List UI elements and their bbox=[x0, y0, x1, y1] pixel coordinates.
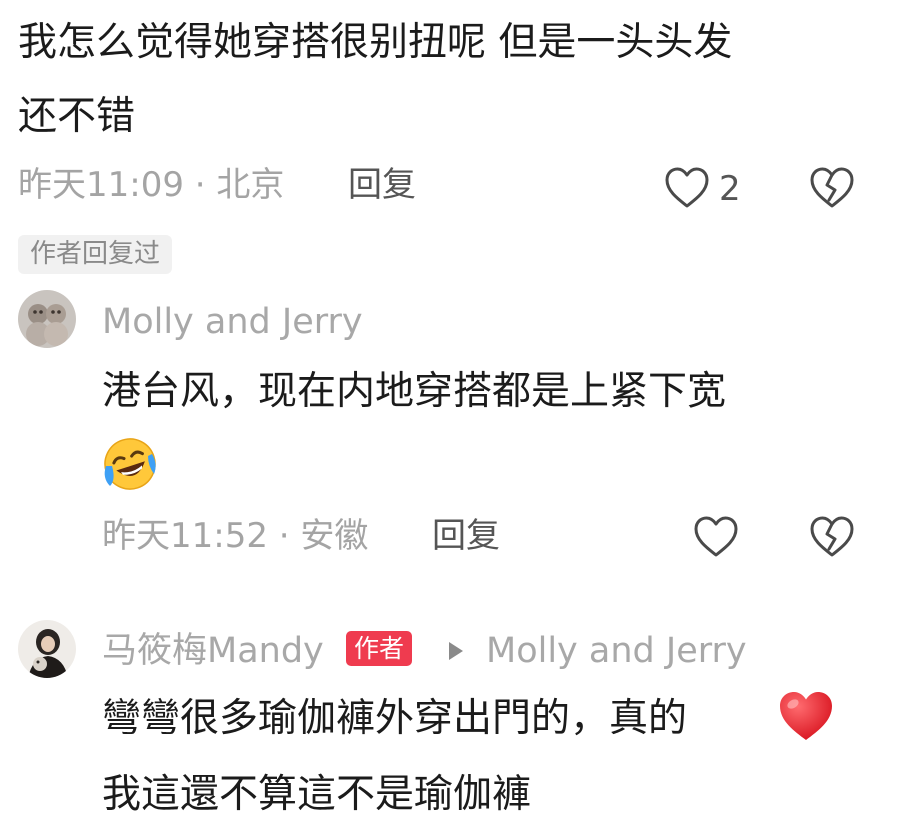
like-heart-icon[interactable] bbox=[693, 515, 739, 559]
dislike-broken-heart-icon[interactable] bbox=[809, 166, 855, 210]
reply-to-username[interactable]: Molly and Jerry bbox=[486, 630, 747, 672]
like-count: 2 bbox=[719, 169, 741, 209]
red-heart-emoji-icon bbox=[778, 690, 834, 742]
reply-arrow-icon bbox=[446, 640, 466, 662]
comment-text-line-1: 我怎么觉得她穿搭很别扭呢 但是一头头发 bbox=[18, 20, 733, 65]
reply-text-line-1: 港台风，现在内地穿搭都是上紧下宽 bbox=[102, 369, 727, 414]
username[interactable]: Molly and Jerry bbox=[102, 301, 363, 343]
avatar[interactable] bbox=[18, 620, 76, 678]
laughing-crying-emoji-icon bbox=[102, 436, 158, 492]
comment-text-line-2: 还不错 bbox=[18, 94, 136, 139]
reply-time-location: 昨天11:52 · 安徽 bbox=[102, 516, 369, 556]
author-badge: 作者 bbox=[346, 631, 413, 667]
like-heart-icon[interactable] bbox=[664, 166, 710, 210]
reply-text-line-2: 我這還不算這不是瑜伽褲 bbox=[102, 772, 532, 817]
username[interactable]: 马筱梅Mandy bbox=[102, 630, 324, 672]
avatar[interactable] bbox=[18, 290, 76, 348]
reply-text-line-1: 彎彎很多瑜伽褲外穿出門的，真的 bbox=[102, 696, 688, 741]
reply-button[interactable]: 回复 bbox=[432, 516, 500, 557]
author-replied-tag: 作者回复过 bbox=[18, 235, 173, 274]
dislike-broken-heart-icon[interactable] bbox=[809, 515, 855, 559]
reply-button[interactable]: 回复 bbox=[348, 165, 416, 206]
comment-time-location: 昨天11:09 · 北京 bbox=[18, 165, 285, 205]
